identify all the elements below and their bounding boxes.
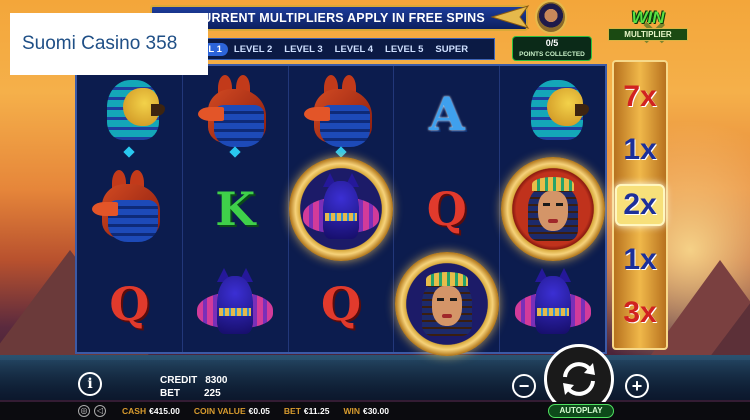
multiplier-column: 7x 1x 2x 1x 3x — [612, 60, 668, 350]
bastet-cat-icon — [302, 172, 379, 245]
multiplier-7x: 7x — [623, 79, 657, 113]
win-label: WIN — [343, 406, 360, 416]
win-multiplier-logo: WIN MULTIPLIER — [602, 8, 694, 60]
reel-cell: A — [394, 66, 499, 161]
win-logo-text: WIN — [631, 8, 665, 27]
banner-text: CURRENT MULTIPLIERS APPLY IN FREE SPINS — [193, 11, 485, 25]
cash-display: CASH €415.00 — [122, 406, 180, 416]
watermark-logo: Suomi Casino 358 — [10, 13, 208, 75]
reel-4: A Q — [394, 66, 501, 357]
queen-coin-symbol — [500, 156, 605, 261]
reel-cell: Q — [289, 257, 394, 352]
win-value: €30.00 — [362, 406, 389, 416]
letter-q-symbol: Q — [320, 277, 362, 332]
sound-icon[interactable]: ◁ — [94, 405, 106, 417]
level-4-tab[interactable]: LEVEL 4 — [329, 44, 379, 55]
credit-value: 8300 — [205, 375, 228, 386]
multiplier-1x-upper: 1x — [623, 132, 657, 166]
settings-icon[interactable]: ◎ — [78, 405, 90, 417]
coin-value: €0.05 — [248, 406, 270, 416]
reel-cell — [77, 66, 182, 161]
autoplay-button[interactable]: AUTOPLAY — [548, 404, 614, 418]
reel-cell — [183, 66, 288, 161]
queen-icon — [418, 272, 476, 337]
wing-ornament-icon — [490, 5, 530, 29]
reel-cell: Q — [394, 161, 499, 256]
spin-arrows-icon — [563, 362, 595, 396]
reel-5 — [500, 66, 605, 352]
points-value: 0/5 — [545, 38, 559, 48]
multiplier-2x-active: 2x — [615, 183, 665, 226]
bastet-cat-icon — [514, 268, 591, 340]
reel-cell — [500, 156, 605, 261]
bastet-cat-icon — [197, 268, 274, 340]
level-3-tab[interactable]: LEVEL 3 — [278, 44, 328, 55]
footer-icons: ◎ ◁ — [78, 405, 106, 417]
credit-label: CREDIT — [160, 375, 198, 386]
reel-cell — [289, 66, 394, 161]
multiplier-1x-lower: 1x — [623, 243, 657, 277]
level-2-tab[interactable]: LEVEL 2 — [228, 44, 278, 55]
info-button[interactable]: i — [78, 372, 102, 396]
points-collected-panel: 0/5 POINTS COLLECTED — [512, 36, 592, 61]
anubis-icon — [90, 169, 168, 248]
queen-coin-symbol — [394, 252, 499, 357]
footer-bet-value: €11.25 — [303, 406, 330, 416]
credit-display: CREDIT 8300 — [160, 375, 227, 386]
level-5-tab[interactable]: LEVEL 5 — [379, 44, 429, 55]
level-bar: EL 1 LEVEL 2 LEVEL 3 LEVEL 4 LEVEL 5 SUP… — [195, 38, 495, 60]
footer-bet-label: BET — [283, 406, 301, 416]
bet-value: 225 — [204, 388, 221, 399]
horus-icon — [513, 74, 593, 154]
letter-q-symbol: Q — [426, 181, 467, 236]
footer-bet-display: BET €11.25 — [284, 406, 330, 416]
bet-label: BET — [160, 388, 180, 399]
cash-label: CASH — [122, 406, 147, 416]
footer-bar: CASH €415.00 COIN VALUE €0.05 BET €11.25 WI… — [0, 402, 750, 420]
bet-display: BET 225 — [160, 388, 221, 399]
coin-value-label: COIN VALUE — [193, 406, 246, 416]
watermark-text: Suomi Casino 358 — [22, 33, 178, 54]
decrease-bet-button[interactable]: − — [512, 374, 536, 398]
cat-coin-symbol — [288, 156, 393, 261]
reel-cell — [183, 257, 288, 352]
cash-value: €415.00 — [149, 406, 180, 416]
points-label: POINTS COLLECTED — [519, 51, 585, 58]
reel-cell — [288, 156, 394, 261]
increase-bet-button[interactable]: + — [625, 374, 649, 398]
game-scene: CURRENT MULTIPLIERS APPLY IN FREE SPINS … — [0, 0, 750, 420]
multiplier-3x: 3x — [623, 296, 657, 330]
anubis-icon — [196, 74, 274, 153]
letter-k-symbol: K — [215, 181, 256, 236]
reel-cell: Q — [77, 257, 182, 352]
reel-3: Q — [288, 66, 395, 352]
reel-2: K — [183, 66, 289, 352]
letter-a-symbol: A — [428, 86, 465, 141]
reel-cell — [394, 252, 499, 357]
multiplier-logo-text: MULTIPLIER — [608, 28, 688, 41]
super-level-tab[interactable]: SUPER — [429, 44, 474, 55]
reel-1: Q — [77, 66, 183, 352]
queen-icon — [535, 0, 567, 34]
reel-cell: K — [183, 161, 288, 256]
reel-cell — [77, 161, 182, 256]
coin-value-display: COIN VALUE €0.05 — [194, 406, 270, 416]
anubis-icon — [302, 74, 380, 153]
queen-icon — [524, 176, 582, 241]
win-display: WIN €30.00 — [343, 406, 389, 416]
reel-grid: Q K Q A Q — [75, 64, 607, 357]
horus-icon — [89, 74, 169, 154]
reel-cell — [500, 66, 605, 161]
reel-cell — [500, 257, 605, 352]
letter-q-symbol: Q — [109, 277, 150, 332]
